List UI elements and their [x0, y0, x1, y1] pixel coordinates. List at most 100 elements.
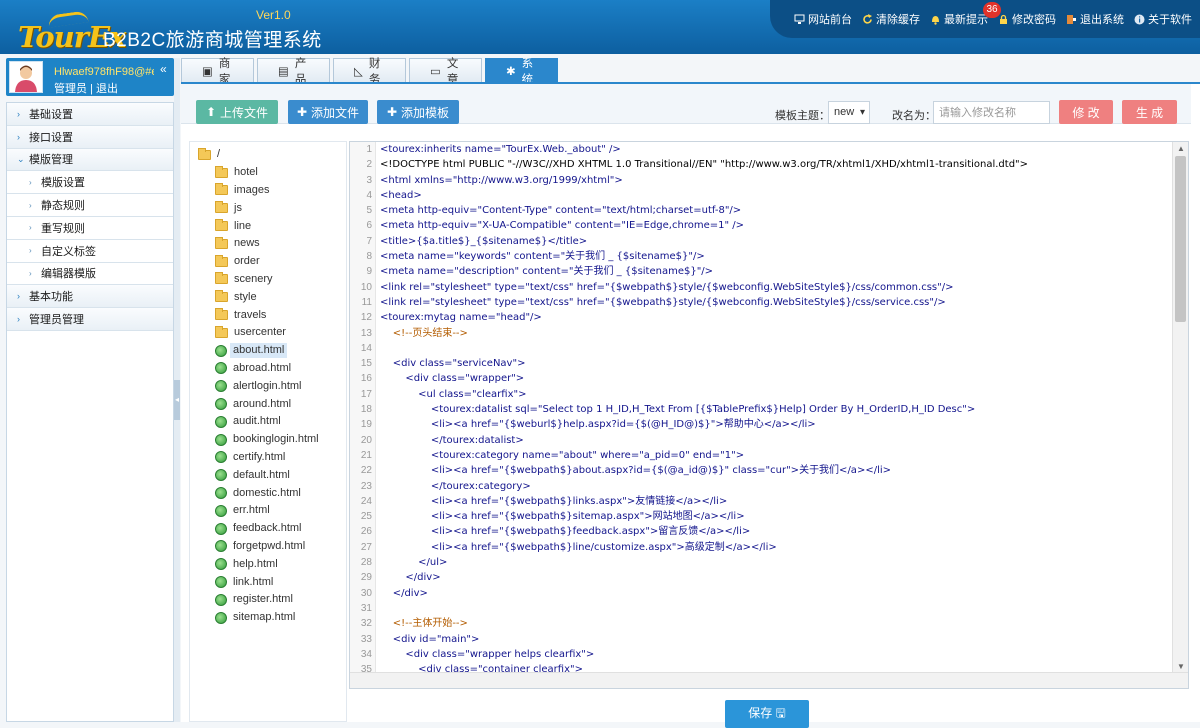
code-line[interactable]: <tourex:datalist sql="Select top 1 H_ID,… [380, 402, 1172, 417]
horizontal-scrollbar[interactable] [350, 672, 1188, 688]
code-line[interactable]: <div class="wrapper helps clearfix"> [380, 647, 1172, 662]
tab[interactable]: ◺ 财务 [333, 58, 406, 86]
code-line[interactable]: <!--页头结束--> [380, 326, 1172, 341]
add-template-button[interactable]: ✚ 添加模板 [377, 100, 459, 124]
code-line[interactable]: <li><a href="{$webpath$}about.aspx?id={$… [380, 463, 1172, 478]
sidebar-item[interactable]: › 模版设置 [7, 171, 173, 195]
code-line[interactable]: </tourex:datalist> [380, 433, 1172, 448]
code-line[interactable]: <li><a href="{$webpath$}feedback.aspx">留… [380, 524, 1172, 539]
sidebar-item[interactable]: › 编辑器模版 [7, 262, 173, 286]
sidebar-item[interactable]: ⌄ 模版管理 [7, 148, 173, 172]
code-line[interactable]: </ul> [380, 555, 1172, 570]
link-change-password[interactable]: 修改密码 [998, 11, 1056, 27]
code-line[interactable]: <tourex:inherits name="TourEx.Web._about… [380, 142, 1172, 157]
tab[interactable]: ▤ 产品 [257, 58, 330, 86]
collapse-sidebar-icon[interactable]: « [160, 62, 167, 76]
tree-file[interactable]: audit.html [190, 413, 346, 431]
link-latest-notice[interactable]: 最新提示 [930, 11, 988, 27]
code-line[interactable]: <link rel="stylesheet" type="text/css" h… [380, 295, 1172, 310]
code-line[interactable]: <meta http-equiv="X-UA-Compatible" conte… [380, 218, 1172, 233]
tree-folder[interactable]: images [190, 182, 346, 200]
tree-file[interactable]: alertlogin.html [190, 377, 346, 395]
link-exit-system[interactable]: 退出系统 [1066, 11, 1124, 27]
code-line[interactable]: <li><a href="{$webpath$}links.aspx">友情链接… [380, 494, 1172, 509]
save-button[interactable]: 保存 🖫 [725, 700, 809, 728]
code-line[interactable]: <tourex:category name="about" where="a_p… [380, 448, 1172, 463]
code-line[interactable] [380, 341, 1172, 356]
code-line[interactable]: <div id="main"> [380, 632, 1172, 647]
theme-select[interactable]: new [828, 101, 870, 124]
tree-folder[interactable]: js [190, 199, 346, 217]
code-line[interactable]: <tourex:mytag name="head"/> [380, 310, 1172, 325]
tree-file[interactable]: about.html [190, 342, 346, 360]
code-line[interactable] [380, 601, 1172, 616]
code-line[interactable]: <link rel="stylesheet" type="text/css" h… [380, 280, 1172, 295]
tree-folder[interactable]: line [190, 217, 346, 235]
code-line[interactable]: <li><a href="{$webpath$}line/customize.a… [380, 540, 1172, 555]
code-line[interactable]: <div class="serviceNav"> [380, 356, 1172, 371]
code-line[interactable]: <li><a href="{$webpath$}sitemap.aspx">网站… [380, 509, 1172, 524]
sidebar-item[interactable]: › 重写规则 [7, 216, 173, 240]
add-file-button[interactable]: ✚ 添加文件 [288, 100, 368, 124]
tree-file[interactable]: domestic.html [190, 484, 346, 502]
sidebar-item[interactable]: › 静态规则 [7, 194, 173, 217]
tree-file[interactable]: err.html [190, 502, 346, 520]
tree-folder[interactable]: travels [190, 306, 346, 324]
tree-file[interactable]: certify.html [190, 449, 346, 467]
code-line[interactable]: <title>{$a.title$}_{$sitename$}</title> [380, 234, 1172, 249]
user-role-logout[interactable]: 管理员 | 退出 [54, 80, 118, 96]
tree-file[interactable]: feedback.html [190, 520, 346, 538]
splitter-handle-icon[interactable]: ◂ [174, 380, 180, 420]
tab[interactable]: ✱ 系统 [485, 58, 558, 86]
rename-input[interactable] [933, 101, 1050, 124]
code-line[interactable]: <meta name="keywords" content="关于我们 _ {$… [380, 249, 1172, 264]
code-line[interactable]: <!DOCTYPE html PUBLIC "-//W3C//XHD XHTML… [380, 157, 1172, 172]
code-line[interactable]: <ul class="clearfix"> [380, 387, 1172, 402]
code-line[interactable]: <!--主体开始--> [380, 616, 1172, 631]
tree-folder[interactable]: hotel [190, 164, 346, 182]
modify-button[interactable]: 修 改 [1059, 100, 1113, 124]
code-content[interactable]: <tourex:inherits name="TourEx.Web._about… [380, 142, 1172, 688]
tree-folder[interactable]: news [190, 235, 346, 253]
code-line[interactable]: <meta name="description" content="关于我们 _… [380, 264, 1172, 279]
scroll-down-icon[interactable]: ▼ [1177, 662, 1185, 671]
link-clear-cache[interactable]: 清除缓存 [862, 11, 920, 27]
sidebar-item[interactable]: › 基本功能 [7, 285, 173, 309]
tree-folder[interactable]: scenery [190, 271, 346, 289]
code-line[interactable]: </tourex:category> [380, 479, 1172, 494]
sidebar-item[interactable]: › 管理员管理 [7, 308, 173, 331]
tree-file[interactable]: sitemap.html [190, 609, 346, 627]
code-line[interactable]: <meta http-equiv="Content-Type" content=… [380, 203, 1172, 218]
link-website-front[interactable]: 网站前台 [794, 11, 852, 27]
code-line[interactable]: <li><a href="{$weburl$}help.aspx?id={$(@… [380, 417, 1172, 432]
upload-file-button[interactable]: ⬆ 上传文件 [196, 100, 278, 124]
link-about-software[interactable]: 关于软件 [1134, 11, 1192, 27]
tree-file[interactable]: default.html [190, 466, 346, 484]
code-line[interactable]: <div class="wrapper"> [380, 371, 1172, 386]
sidebar-item[interactable]: › 自定义标签 [7, 239, 173, 263]
tree-file[interactable]: link.html [190, 573, 346, 591]
scroll-up-icon[interactable]: ▲ [1177, 144, 1185, 153]
code-line[interactable]: <head> [380, 188, 1172, 203]
tree-file[interactable]: forgetpwd.html [190, 538, 346, 556]
code-line[interactable]: <html xmlns="http://www.w3.org/1999/xhtm… [380, 173, 1172, 188]
tree-file[interactable]: register.html [190, 591, 346, 609]
tree-folder[interactable]: / [190, 146, 346, 164]
tree-folder[interactable]: order [190, 253, 346, 271]
code-editor[interactable]: 1 2 3 4 5 6 7 8 9 10 11 12 13 14 15 16 17 18 19 20 21 22 23 24 2… [349, 141, 1189, 689]
scrollbar-thumb[interactable] [1175, 156, 1186, 322]
sidebar-item[interactable]: › 接口设置 [7, 125, 173, 149]
sidebar-item[interactable]: › 基础设置 [7, 103, 173, 126]
tree-folder[interactable]: usercenter [190, 324, 346, 342]
tree-file[interactable]: bookinglogin.html [190, 431, 346, 449]
generate-button[interactable]: 生 成 [1122, 100, 1177, 124]
code-line[interactable]: </div> [380, 586, 1172, 601]
code-line[interactable]: </div> [380, 570, 1172, 585]
tree-file[interactable]: around.html [190, 395, 346, 413]
tree-folder[interactable]: style [190, 288, 346, 306]
vertical-scrollbar[interactable]: ▲ ▼ [1172, 142, 1188, 673]
tab[interactable]: ▭ 文章 [409, 58, 482, 86]
tree-file[interactable]: help.html [190, 555, 346, 573]
tab[interactable]: ▣ 商家 [181, 58, 254, 86]
tree-file[interactable]: abroad.html [190, 360, 346, 378]
